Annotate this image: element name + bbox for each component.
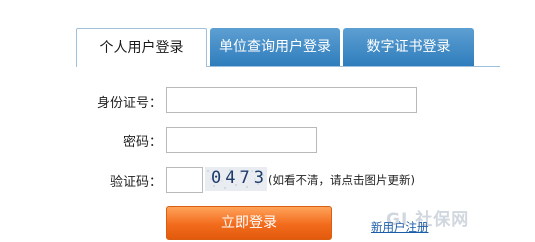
id-number-input[interactable]	[166, 87, 417, 113]
login-panel: 个人用户登录 单位查询用户登录 数字证书登录 身份证号： 密码： 验证码： 04…	[0, 0, 535, 242]
tab-organization-login[interactable]: 单位查询用户登录	[210, 28, 340, 66]
captcha-refresh-hint: (如看不清，请点击图片更新)	[268, 173, 415, 187]
captcha-image-text: 0473	[211, 168, 267, 188]
captcha-image[interactable]: 0473	[205, 167, 267, 191]
tab-certificate-login[interactable]: 数字证书登录	[343, 28, 474, 66]
captcha-label: 验证码：	[109, 175, 162, 190]
login-submit-button[interactable]: 立即登录	[166, 206, 332, 240]
tab-personal-login[interactable]: 个人用户登录	[76, 28, 207, 67]
id-number-label: 身份证号：	[96, 96, 162, 111]
new-user-register-link[interactable]: 新用户注册	[371, 219, 429, 235]
password-label: 密码：	[122, 135, 162, 150]
captcha-input[interactable]	[166, 167, 203, 193]
password-input[interactable]	[166, 127, 317, 153]
